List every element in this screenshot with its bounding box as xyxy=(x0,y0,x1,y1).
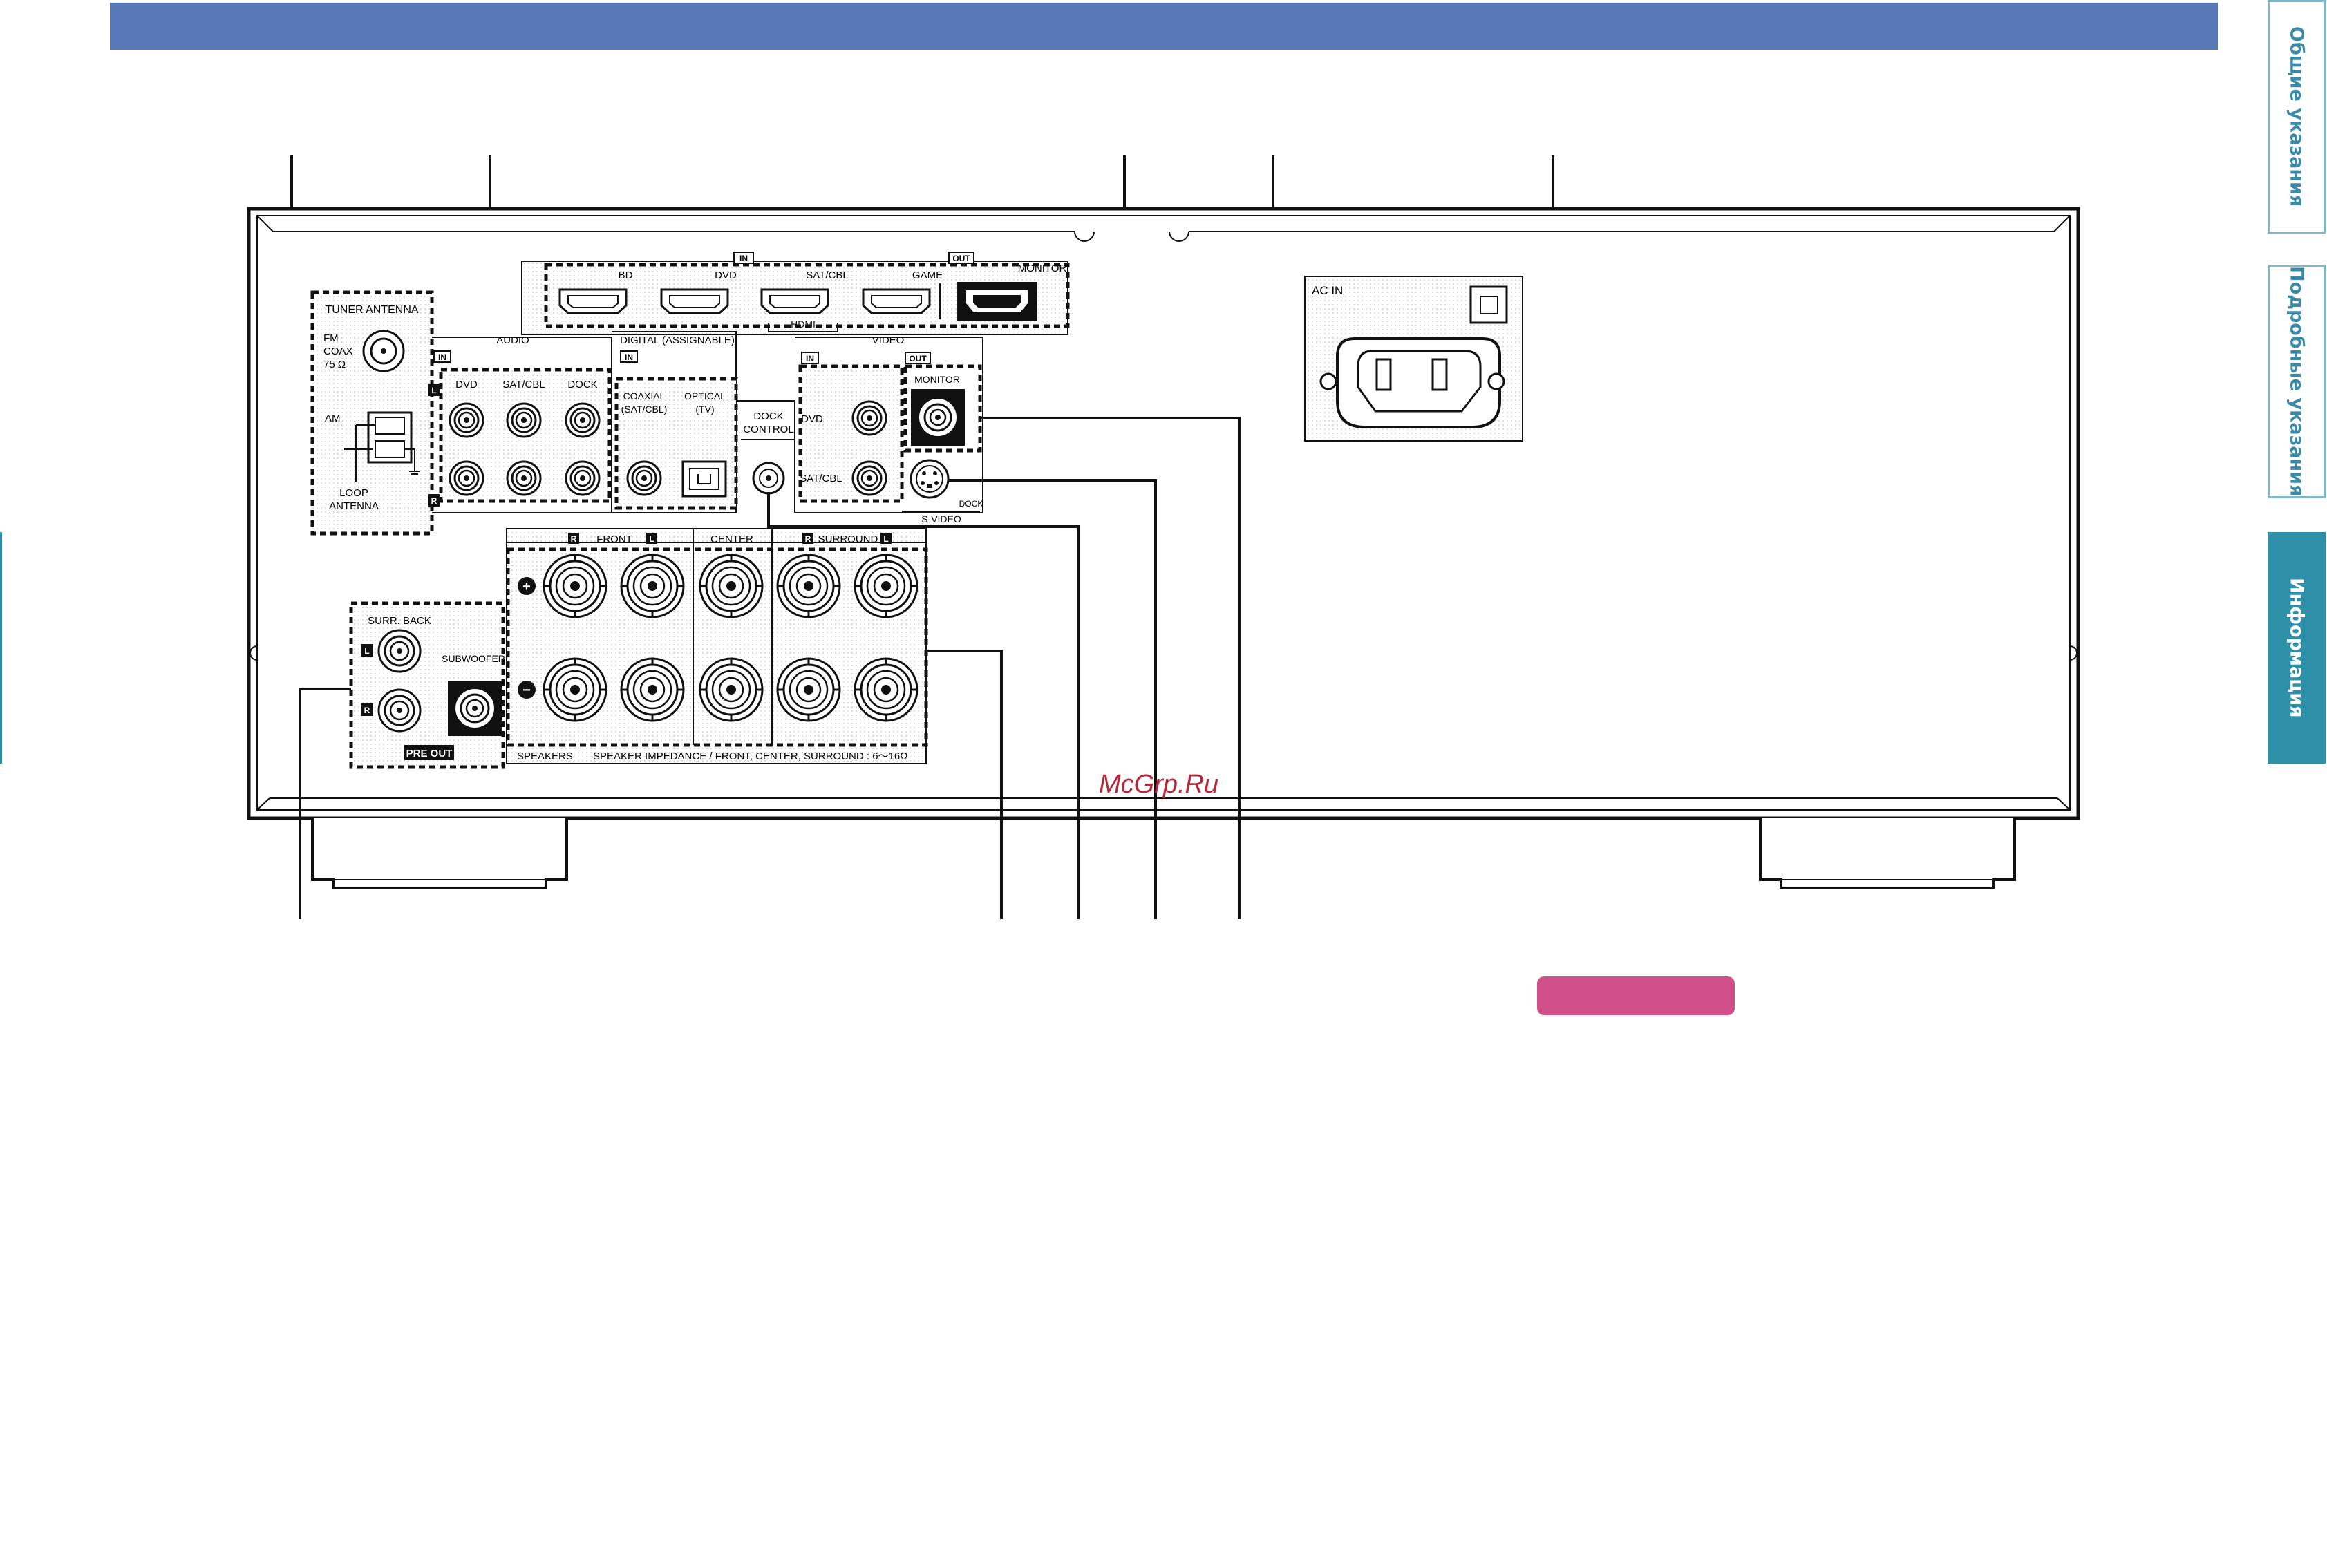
svideo-dock-jack[interactable] xyxy=(910,459,950,499)
surr-back-label: SURR. BACK xyxy=(368,615,431,627)
coaxial-sub-label: (SAT/CBL) xyxy=(621,404,668,415)
audio-satcbl-label: SAT/CBL xyxy=(502,379,545,390)
front-l-plus-terminal[interactable] xyxy=(620,554,685,618)
audio-dock-r-jack[interactable] xyxy=(565,460,601,496)
hdmi-dvd-port[interactable] xyxy=(660,288,729,314)
surround-r-tag: R xyxy=(805,534,811,544)
front-r-minus-terminal[interactable] xyxy=(543,657,607,722)
optical-sub-label: (TV) xyxy=(695,404,714,415)
hdmi-monitor-label: MONITOR xyxy=(1018,263,1067,274)
hdmi-out-label: OUT xyxy=(952,254,970,263)
center-plus-terminal[interactable] xyxy=(699,554,764,618)
loop-antenna-label-2: ANTENNA xyxy=(329,500,379,512)
hdmi-game-port[interactable] xyxy=(862,288,931,314)
watermark-text: McGrp.Ru xyxy=(1099,770,1218,799)
audio-dock-l-jack[interactable] xyxy=(565,402,601,438)
surround-r-minus-terminal[interactable] xyxy=(776,657,841,722)
svg-text:+: + xyxy=(522,579,531,594)
hdmi-group-label: HDMI xyxy=(791,319,816,330)
front-label: FRONT xyxy=(596,533,632,545)
hdmi-satcbl-label: SAT/CBL xyxy=(806,270,848,281)
tuner-antenna-label: TUNER ANTENNA xyxy=(325,304,418,316)
audio-label: AUDIO xyxy=(496,334,529,346)
video-satcbl-jack[interactable] xyxy=(851,460,887,496)
preout-l-tag: L xyxy=(364,646,369,656)
surr-back-r-jack[interactable] xyxy=(377,688,422,733)
audio-dock-label: DOCK xyxy=(567,379,597,390)
front-l-tag: L xyxy=(649,534,654,544)
video-dvd-label: DVD xyxy=(801,413,823,425)
surround-r-plus-terminal[interactable] xyxy=(776,554,841,618)
feet xyxy=(311,818,2016,889)
front-l-minus-terminal[interactable] xyxy=(620,657,685,722)
audio-satcbl-l-jack[interactable] xyxy=(506,402,542,438)
surround-l-minus-terminal[interactable] xyxy=(854,657,918,722)
video-label: VIDEO xyxy=(872,334,905,346)
audio-dvd-r-jack[interactable] xyxy=(449,460,484,496)
hdmi-game-label: GAME xyxy=(912,270,943,281)
center-label: CENTER xyxy=(710,533,753,545)
subwoofer-label: SUBWOOFER xyxy=(442,653,505,664)
fm-ohm-label: 75 Ω xyxy=(323,359,346,370)
ac-in-label: AC IN xyxy=(1312,284,1343,297)
rear-panel-diagram: IN OUT BD DVD SAT/CBL GAME MONITOR HDMI … xyxy=(247,155,2080,919)
pre-out-label: PRE OUT xyxy=(406,748,453,759)
speakers-section: R FRONT L CENTER R SURROUND L + − SPEAKE… xyxy=(506,528,928,764)
surround-l-plus-terminal[interactable] xyxy=(854,554,918,618)
dock-control-label-1: DOCK xyxy=(753,410,783,422)
am-label: AM xyxy=(325,413,341,424)
fm-coax-label: COAX xyxy=(323,346,353,357)
square-symbol-icon xyxy=(1469,285,1508,324)
fm-coax-jack[interactable] xyxy=(362,330,405,372)
preout-r-tag: R xyxy=(364,706,370,715)
svideo-label: S-VIDEO xyxy=(921,513,961,525)
front-r-plus-terminal[interactable] xyxy=(543,554,607,618)
digital-optical-port[interactable] xyxy=(681,460,727,498)
digital-in-tag: IN xyxy=(625,352,633,362)
ac-in-section: AC IN xyxy=(1304,276,1523,442)
surr-back-l-jack[interactable] xyxy=(377,629,422,673)
video-dvd-jack[interactable] xyxy=(851,400,887,436)
hdmi-in-label: IN xyxy=(739,254,748,263)
loop-antenna-label-1: LOOP xyxy=(339,487,368,499)
hdmi-bd-label: BD xyxy=(619,270,633,281)
digital-label: DIGITAL (ASSIGNABLE) xyxy=(620,334,735,346)
dock-control-jack[interactable] xyxy=(752,462,785,495)
video-satcbl-label: SAT/CBL xyxy=(800,473,842,484)
speakers-label: SPEAKERS xyxy=(517,750,573,762)
dock-control-label-2: CONTROL xyxy=(743,424,793,435)
front-r-tag: R xyxy=(571,534,577,544)
optical-label: OPTICAL xyxy=(684,390,726,402)
audio-r-tag: R xyxy=(431,496,437,506)
audio-satcbl-r-jack[interactable] xyxy=(506,460,542,496)
fm-label: FM xyxy=(323,332,339,344)
subwoofer-jack[interactable] xyxy=(455,689,494,728)
hdmi-satcbl-port[interactable] xyxy=(760,288,829,314)
coaxial-label: COAXIAL xyxy=(623,390,666,402)
hdmi-dvd-label: DVD xyxy=(715,270,737,281)
surround-l-tag: L xyxy=(883,534,888,544)
audio-in-tag: IN xyxy=(438,352,446,362)
audio-dvd-label: DVD xyxy=(455,379,478,390)
hdmi-section: IN OUT BD DVD SAT/CBL GAME MONITOR HDMI xyxy=(521,252,1070,335)
surround-label: SURROUND xyxy=(818,533,878,545)
video-monitor-label: MONITOR xyxy=(914,374,960,385)
tuner-antenna-section: TUNER ANTENNA FM COAX 75 Ω AM LOOP ANTEN… xyxy=(310,290,434,536)
svideo-dock-label: DOCK xyxy=(959,499,983,509)
speaker-impedance-label: SPEAKER IMPEDANCE / FRONT, CENTER, SURRO… xyxy=(593,750,907,762)
video-monitor-jack[interactable] xyxy=(919,399,957,436)
pre-out-section: SURR. BACK L R SUBWOOFER PRE OUT xyxy=(349,601,505,769)
svg-text:−: − xyxy=(522,683,531,698)
video-in-tag: IN xyxy=(806,354,814,363)
center-minus-terminal[interactable] xyxy=(699,657,764,722)
audio-dvd-l-jack[interactable] xyxy=(449,402,484,438)
digital-coaxial-jack[interactable] xyxy=(626,460,662,496)
video-out-tag: OUT xyxy=(909,354,927,363)
audio-l-tag: L xyxy=(431,386,436,395)
hdmi-bd-port[interactable] xyxy=(558,288,628,314)
